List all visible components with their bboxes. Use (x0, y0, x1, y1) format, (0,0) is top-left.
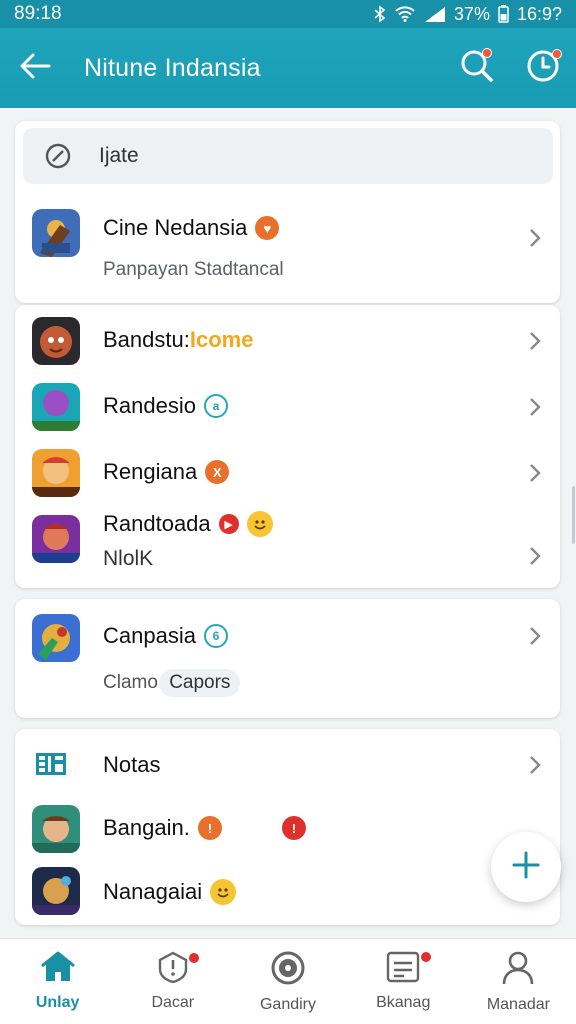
nav-item-disc[interactable]: Gandiry (230, 939, 345, 1024)
notification-dot (419, 951, 432, 963)
list-card: Bandstu: Icome Randesio a Rengiana X Ran… (15, 305, 560, 588)
wifi-icon (394, 6, 416, 22)
edit-icon (45, 143, 71, 169)
nav-item-profile[interactable]: Manadar (461, 939, 576, 1024)
nav-label: Unlay (35, 994, 80, 1011)
alert-badge: ! (197, 816, 222, 840)
add-button[interactable] (491, 832, 561, 902)
history-button[interactable] (510, 28, 576, 108)
disc-icon (271, 951, 305, 990)
search-placeholder: Ijate (99, 144, 139, 167)
play-icon: ▶ (218, 514, 239, 534)
status-time: 89:18 (14, 3, 62, 24)
notification-dot (188, 952, 201, 964)
chevron-right-icon (524, 227, 546, 249)
list-item[interactable]: Nanagaiai (15, 865, 560, 923)
chevron-right-icon (524, 462, 546, 484)
battery-icon (498, 5, 509, 23)
notification-dot (482, 48, 492, 58)
nav-item-home[interactable]: Unlay (0, 939, 115, 1024)
item-title: Notas (103, 752, 161, 777)
app-avatar (32, 614, 80, 662)
list-item[interactable]: Cine Nedansia ♥ Panpayan Stadtancal (15, 201, 560, 301)
page-title: Nitune Indansia (84, 53, 261, 82)
list-item[interactable]: Notas (15, 737, 560, 793)
notification-dot (552, 49, 562, 59)
app-avatar (32, 805, 80, 853)
item-subtitle: Panpayan Stadtancal (103, 259, 284, 280)
smile-icon (246, 511, 273, 537)
chevron-right-icon (524, 545, 546, 567)
alert-icon (157, 951, 189, 988)
list-card: Canpasia 6 Clamo Capors (15, 599, 560, 718)
person-icon (502, 951, 534, 990)
item-title: Cine Nedansia (103, 215, 248, 240)
list-item[interactable]: Bangain. ! ! (15, 801, 560, 859)
item-badge: a (203, 394, 228, 418)
signal-icon (424, 6, 446, 23)
smile-icon (210, 879, 237, 905)
home-icon (40, 951, 76, 988)
search-input[interactable]: Ijate (23, 128, 553, 184)
app-avatar (32, 383, 80, 431)
list-item[interactable]: Randtoada ▶ NlolK (15, 511, 560, 585)
chevron-right-icon (524, 330, 546, 352)
item-subtitle: Clamo (103, 672, 158, 693)
chevron-right-icon (524, 754, 546, 776)
nav-item-list[interactable]: Bkanag (346, 939, 461, 1024)
battery-percent: 37% (453, 3, 490, 24)
bottom-nav: Unlay Dacar Gandiry Bkanag Manadar (0, 938, 576, 1024)
item-subtitle: NlolK (103, 547, 154, 570)
list-item[interactable]: Rengiana X (15, 447, 560, 507)
item-badge: 6 (203, 624, 228, 648)
list-icon (386, 951, 420, 988)
back-button[interactable] (0, 28, 70, 108)
item-badge: X (205, 460, 230, 484)
app-avatar (32, 515, 80, 563)
alert-badge: ! (281, 816, 306, 840)
heart-icon: ♥ (255, 216, 280, 240)
nav-label: Dacar (151, 994, 195, 1011)
app-avatar (32, 449, 80, 497)
app-bar: Nitune Indansia (0, 28, 576, 108)
item-title: Randtoada (103, 511, 211, 536)
status-icons: 37% 16:9? (374, 4, 562, 25)
chevron-right-icon (524, 396, 546, 418)
arrow-left-icon (19, 52, 51, 85)
bluetooth-icon (374, 5, 386, 23)
tag-chip[interactable]: Capors (159, 669, 241, 697)
nav-label: Gandiry (259, 996, 317, 1013)
list-item[interactable]: Randesio a (15, 381, 560, 441)
item-highlight: Icome (189, 327, 254, 352)
status-bar: 89:18 37% 16:9? (0, 0, 576, 28)
item-title: Randesio (103, 393, 196, 418)
nav-label: Bkanag (376, 994, 431, 1011)
list-item[interactable]: Bandstu: Icome (15, 315, 560, 375)
featured-card: Ijate Cine Nedansia ♥ Panpayan Stadtanca… (15, 121, 560, 303)
status-clock: 16:9? (516, 3, 562, 24)
item-title: Rengiana (103, 459, 198, 484)
list-item[interactable]: Canpasia 6 Clamo Capors (15, 609, 560, 709)
app-avatar (32, 317, 80, 365)
app-avatar (32, 209, 80, 257)
nav-item-alerts[interactable]: Dacar (115, 939, 230, 1024)
search-button[interactable] (444, 28, 510, 108)
item-title: Nanagaiai (103, 879, 203, 904)
item-title: Bandstu: (103, 327, 190, 352)
list-card: Notas Bangain. ! ! Nanagaiai (15, 729, 560, 925)
scrollbar[interactable] (572, 486, 575, 544)
table-icon (35, 751, 67, 782)
app-avatar (32, 867, 80, 915)
nav-label: Manadar (486, 996, 550, 1013)
item-title: Canpasia (103, 623, 196, 648)
item-title: Bangain. (103, 815, 190, 840)
plus-icon (511, 850, 541, 885)
chevron-right-icon (524, 625, 546, 647)
